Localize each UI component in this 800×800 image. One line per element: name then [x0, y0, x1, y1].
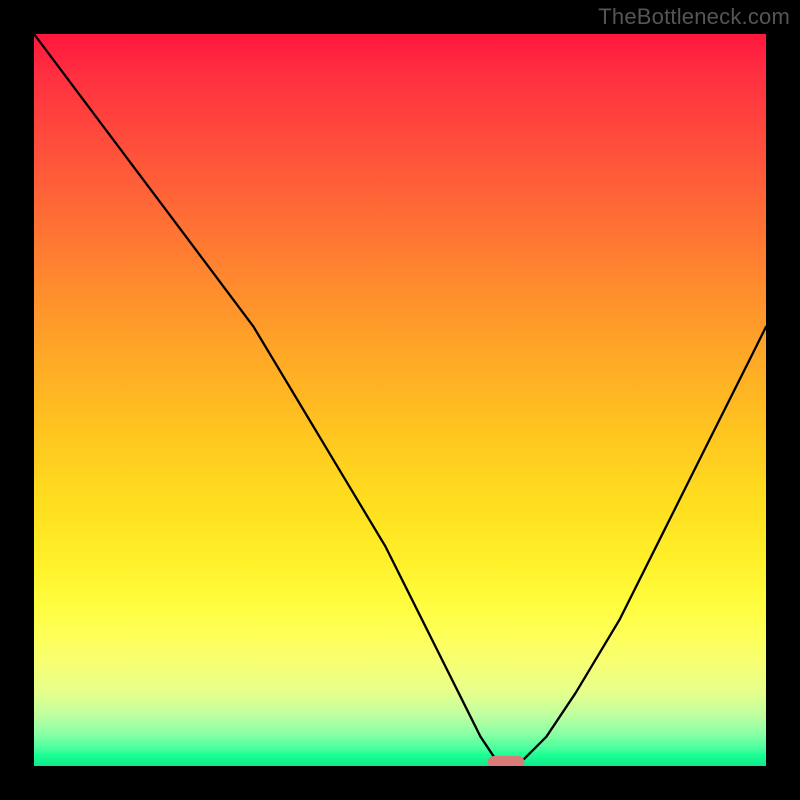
plot-area	[34, 34, 766, 766]
chart-frame: TheBottleneck.com	[0, 0, 800, 800]
bottleneck-marker	[488, 756, 525, 766]
bottleneck-curve	[34, 34, 766, 766]
watermark-text: TheBottleneck.com	[598, 4, 790, 30]
chart-svg	[34, 34, 766, 766]
